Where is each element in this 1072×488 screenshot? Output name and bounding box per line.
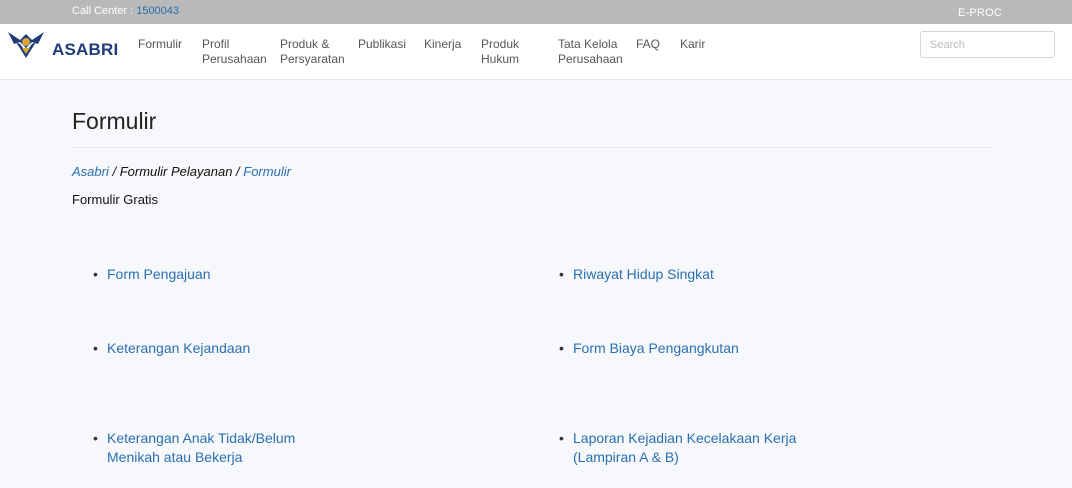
list-item: • Riwayat Hidup Singkat: [559, 265, 714, 284]
form-link[interactable]: Riwayat Hidup Singkat: [573, 265, 714, 284]
nav-hukum-label-line2: Hukum: [481, 52, 520, 66]
list-item: • Form Biaya Pengangkutan: [559, 339, 739, 358]
form-link-label-line2: (Lampiran A & B): [573, 449, 679, 465]
breadcrumb-current-link[interactable]: Formulir: [243, 164, 291, 179]
breadcrumb-middle: Formulir Pelayanan: [119, 164, 233, 179]
page-title: Formulir: [72, 108, 157, 134]
nav-publikasi[interactable]: Publikasi: [358, 37, 406, 52]
form-link-label-line1: Keterangan Anak Tidak/Belum: [107, 430, 296, 446]
nav-profil-perusahaan[interactable]: Profil Perusahaan: [202, 37, 267, 67]
nav-produk-label-line1: Produk &: [280, 37, 330, 51]
asabri-logo[interactable]: ASABRI: [6, 28, 118, 60]
form-link-label-line1: Laporan Kejadian Kecelakaan Kerja: [573, 430, 797, 446]
nav-produk-label-line2: Persyaratan: [280, 52, 345, 66]
nav-kinerja-label: Kinerja: [424, 37, 462, 51]
top-bar: Call Center : 1500043 E-PROC: [0, 0, 1072, 24]
breadcrumb: Asabri / Formulir Pelayanan / Formulir: [72, 164, 291, 179]
nav-produk-hukum[interactable]: Produk Hukum: [481, 37, 519, 67]
call-center: Call Center : 1500043: [72, 5, 179, 17]
form-link[interactable]: Form Pengajuan: [107, 265, 211, 284]
nav-tata-label-line1: Tata Kelola: [558, 37, 618, 51]
logo-text: ASABRI: [52, 40, 119, 59]
main-navbar: ASABRI Formulir Profil Perusahaan Produk…: [0, 24, 1072, 80]
nav-formulir[interactable]: Formulir: [138, 37, 182, 52]
breadcrumb-home-link[interactable]: Asabri: [72, 164, 109, 179]
bullet: •: [559, 266, 564, 282]
page-subtitle: Formulir Gratis: [72, 192, 158, 207]
nav-karir-label: Karir: [680, 37, 706, 51]
search-input[interactable]: [920, 31, 1055, 58]
nav-kinerja[interactable]: Kinerja: [424, 37, 461, 52]
list-item: • Laporan Kejadian Kecelakaan Kerja (Lam…: [559, 429, 796, 467]
bullet: •: [93, 266, 98, 282]
eproc-link[interactable]: E-PROC: [958, 7, 1002, 19]
nav-faq[interactable]: FAQ: [636, 37, 660, 52]
call-center-number-link[interactable]: 1500043: [136, 5, 179, 17]
eagle-emblem-icon: [8, 32, 44, 58]
nav-faq-label: FAQ: [636, 37, 661, 51]
form-link[interactable]: Form Biaya Pengangkutan: [573, 339, 739, 358]
list-item: • Keterangan Anak Tidak/Belum Menikah at…: [93, 429, 295, 467]
form-link-label-line2: Menikah atau Bekerja: [107, 449, 243, 465]
nav-formulir-label: Formulir: [138, 37, 182, 51]
bullet: •: [93, 430, 98, 446]
form-link-label: Form Pengajuan: [107, 266, 211, 282]
form-link-label: Form Biaya Pengangkutan: [573, 340, 739, 356]
form-link[interactable]: Laporan Kejadian Kecelakaan Kerja (Lampi…: [573, 429, 796, 467]
nav-karir[interactable]: Karir: [680, 37, 705, 52]
nav-profil-label-line2: Perusahaan: [202, 52, 267, 66]
nav-tata-label-line2: Perusahaan: [558, 52, 623, 66]
nav-produk-persyaratan[interactable]: Produk & Persyaratan: [280, 37, 345, 67]
bullet: •: [559, 340, 564, 356]
list-item: • Form Pengajuan: [93, 265, 211, 284]
nav-publikasi-label: Publikasi: [358, 37, 407, 51]
nav-profil-label-line1: Profil: [202, 37, 230, 51]
breadcrumb-separator: /: [108, 164, 120, 179]
form-link[interactable]: Keterangan Anak Tidak/Belum Menikah atau…: [107, 429, 295, 467]
form-link-label: Keterangan Kejandaan: [107, 340, 251, 356]
call-center-label: Call Center :: [72, 5, 134, 17]
bullet: •: [93, 340, 98, 356]
list-item: • Keterangan Kejandaan: [93, 339, 250, 358]
bullet: •: [559, 430, 564, 446]
nav-tata-kelola[interactable]: Tata Kelola Perusahaan: [558, 37, 623, 67]
form-link-label: Riwayat Hidup Singkat: [573, 266, 714, 282]
breadcrumb-separator: /: [232, 164, 244, 179]
form-link[interactable]: Keterangan Kejandaan: [107, 339, 250, 358]
title-divider: [72, 147, 993, 148]
nav-hukum-label-line1: Produk: [481, 37, 520, 51]
